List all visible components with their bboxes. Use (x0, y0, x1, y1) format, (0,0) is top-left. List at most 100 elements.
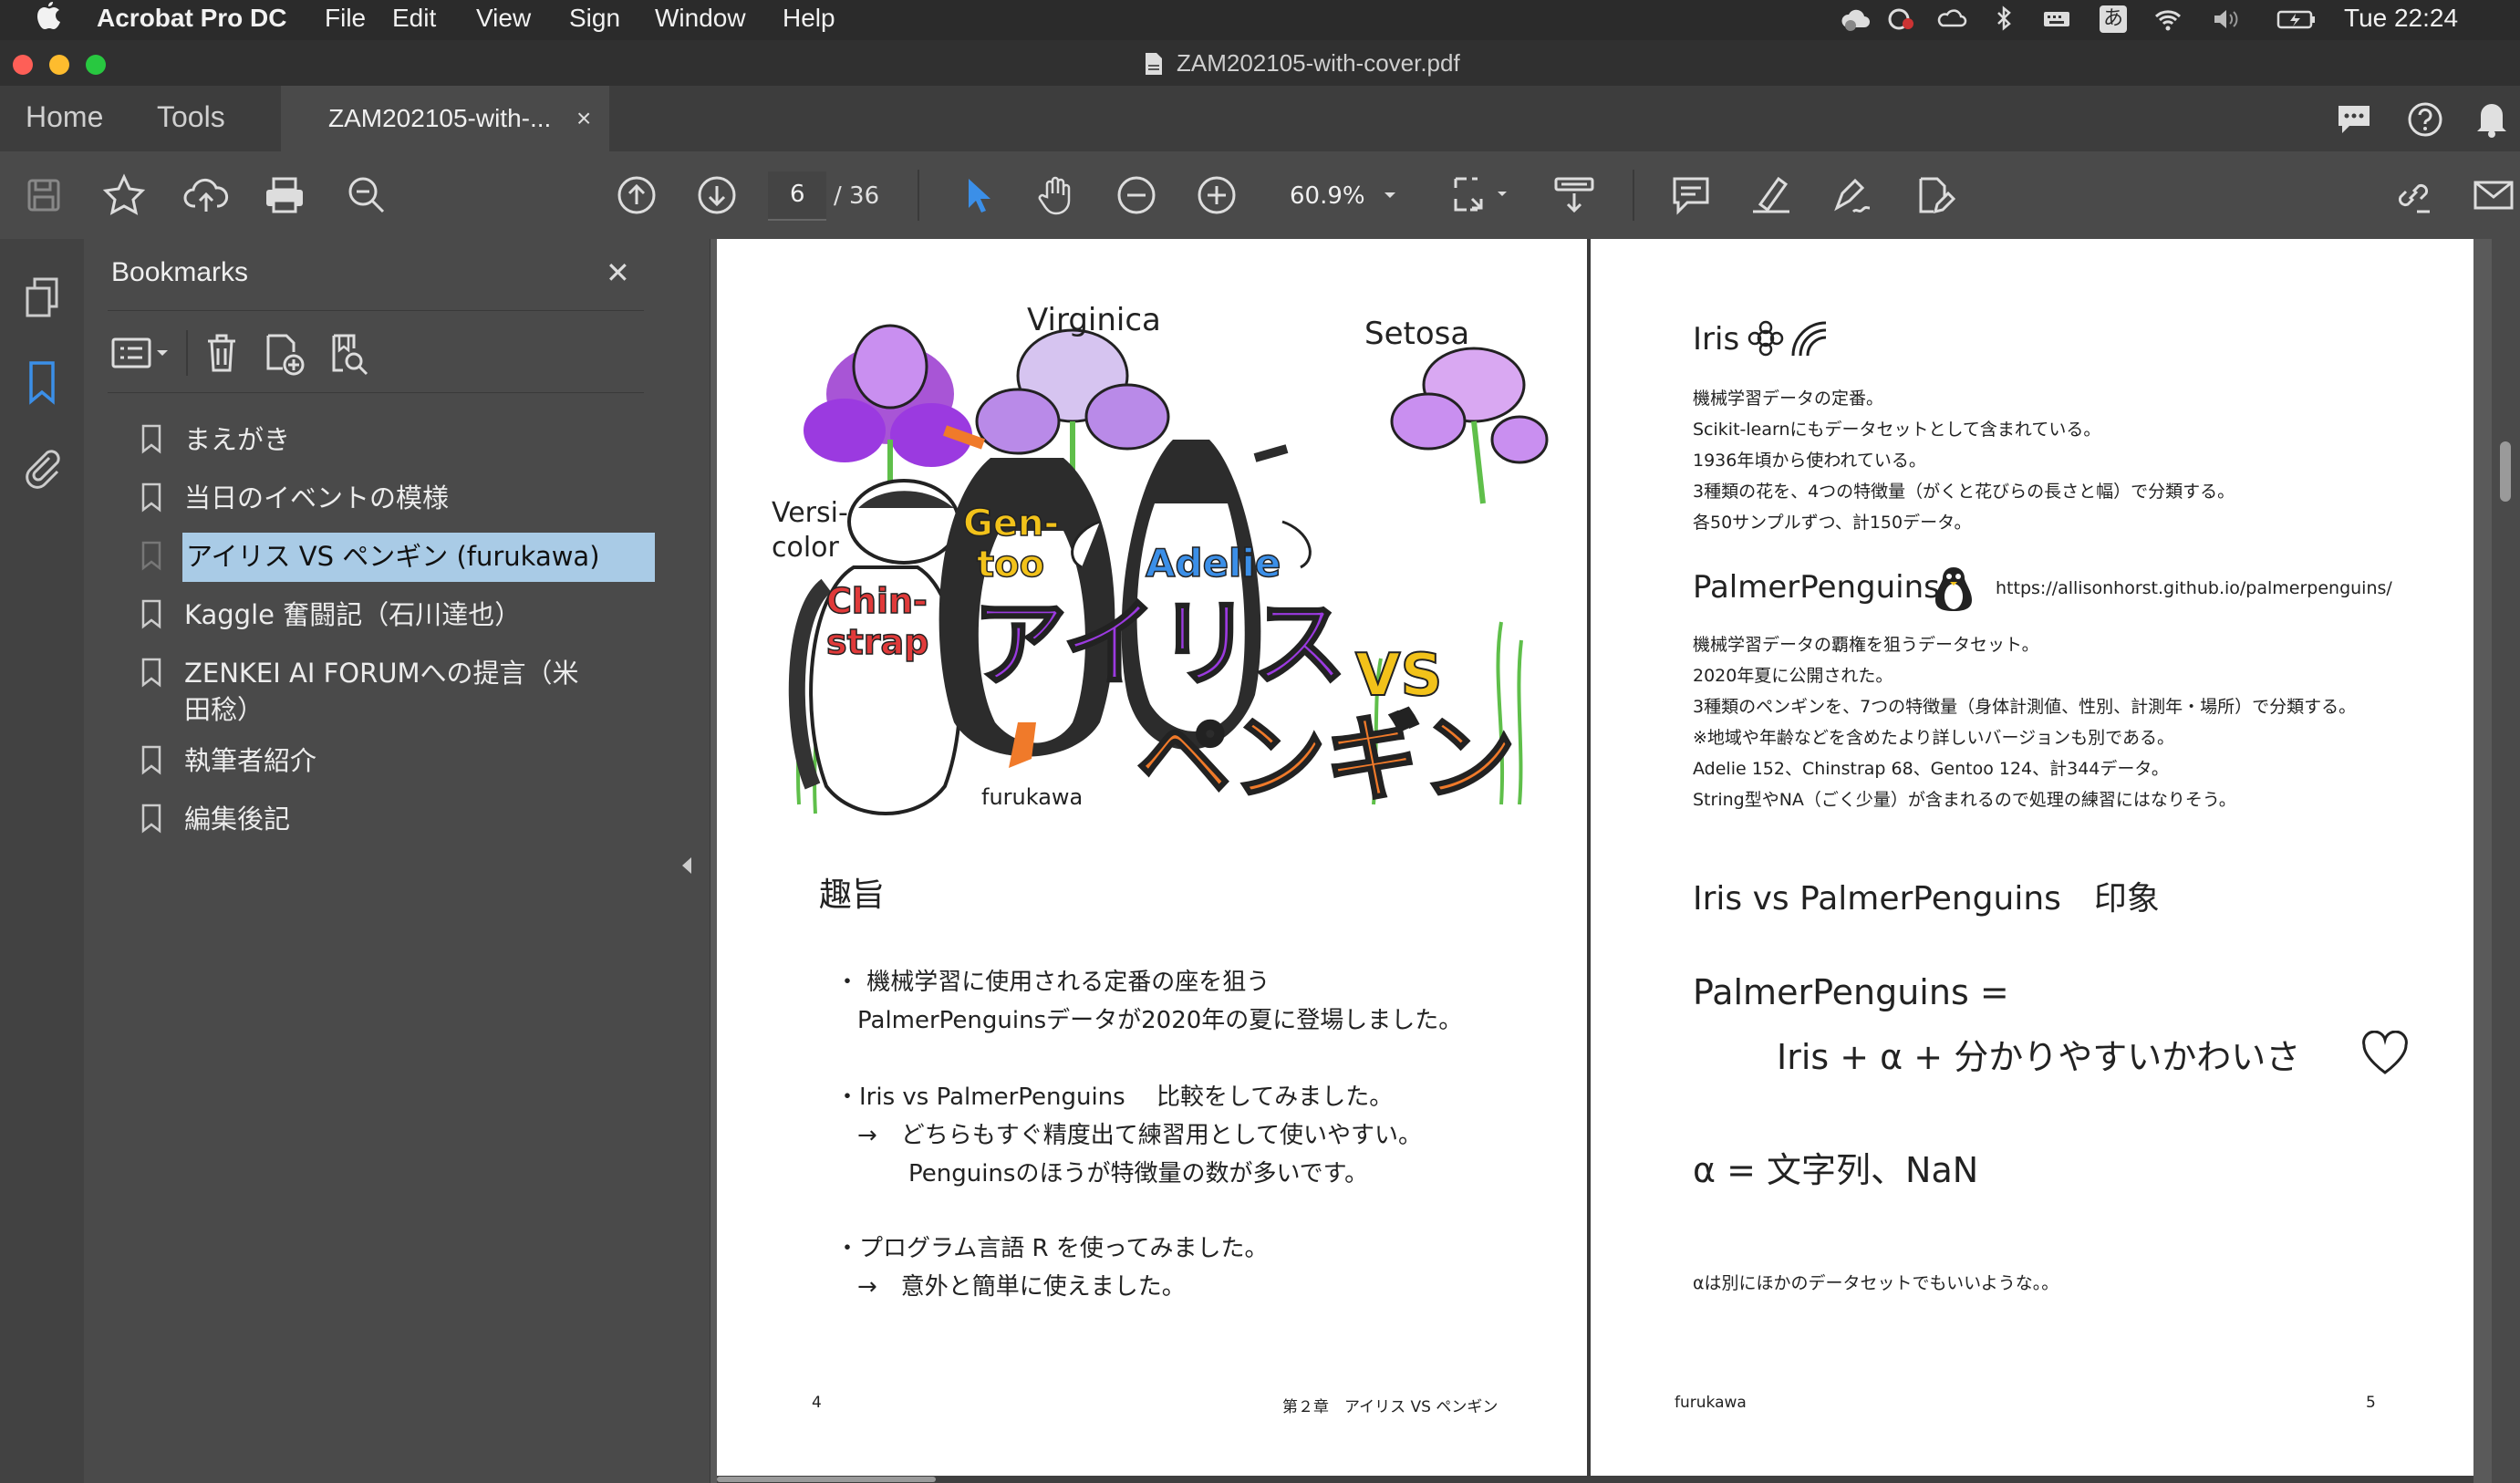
bookmark-item[interactable]: ZENKEI AI FORUMへの提言（米 田稔） (84, 646, 668, 733)
iris-heading: Iris (1693, 321, 1740, 358)
scroll-mode-icon[interactable] (1550, 171, 1598, 219)
battery-icon[interactable] (2276, 5, 2317, 33)
iris-flower-setosa (1390, 347, 1549, 504)
body-line: → 意外と簡単に使えました。 (857, 1273, 1186, 1301)
iris-line: 機械学習データの定番。 (1693, 389, 1884, 409)
zoom-select[interactable]: 60.9% (1266, 171, 1412, 219)
penguin-icon (1935, 567, 1972, 611)
tab-home[interactable]: Home (26, 100, 103, 134)
bookmark-item[interactable]: まえがき (84, 412, 668, 471)
attachments-icon[interactable] (22, 443, 62, 489)
left-navigation-rail (0, 239, 85, 1483)
delete-bookmark-icon[interactable] (202, 330, 241, 376)
comment-icon[interactable] (1667, 171, 1715, 219)
menu-file[interactable]: File (325, 4, 366, 33)
horizontal-scrollbar-thumb[interactable] (717, 1477, 936, 1482)
tab-close-icon[interactable]: × (576, 104, 591, 133)
title-iris-jp: アイリス (972, 588, 1347, 700)
print-icon[interactable] (261, 171, 308, 219)
tab-document[interactable]: ZAM202105-with-... × (281, 86, 609, 151)
scrollbar-thumb[interactable] (2500, 441, 2511, 502)
bookmark-label: アイリス VS ペンギン (furukawa) (186, 541, 600, 572)
keyboard-icon[interactable] (2041, 5, 2072, 33)
previous-page-icon[interactable] (613, 171, 660, 219)
fill-sign-icon[interactable] (1908, 171, 1956, 219)
label-author: furukawa (981, 784, 1083, 810)
menu-sign[interactable]: Sign (569, 4, 620, 33)
bookmark-label-continued: 田稔） (184, 694, 264, 725)
label-strap: strap (826, 622, 928, 662)
panel-splitter[interactable] (668, 239, 710, 1483)
toolbar-divider (918, 170, 919, 221)
menubar-clock[interactable]: Tue 22:24 (2344, 4, 2458, 33)
input-method-indicator[interactable]: あ (2100, 5, 2127, 33)
label-versi: Versi- (772, 497, 848, 529)
collapse-arrow-icon[interactable] (680, 856, 693, 876)
sign-pen-icon[interactable] (1828, 171, 1875, 219)
label-setosa: Setosa (1364, 316, 1469, 352)
volume-icon[interactable] (2211, 5, 2242, 33)
tab-document-label: ZAM202105-with-... (328, 104, 552, 132)
menu-help[interactable]: Help (783, 4, 835, 33)
menu-edit[interactable]: Edit (392, 4, 436, 33)
app-menu[interactable]: Acrobat Pro DC (97, 4, 286, 33)
notification-bell-icon[interactable] (2473, 99, 2510, 139)
bookmark-item[interactable]: Kaggle 奮闘記（石川達也） (84, 587, 668, 646)
close-panel-icon[interactable]: ✕ (606, 255, 630, 290)
save-icon[interactable] (20, 171, 67, 219)
creative-cloud-icon[interactable] (1886, 5, 1917, 33)
pp-line: 機械学習データの覇権を狙うデータセット。 (1693, 635, 2039, 655)
minimize-window-button[interactable] (49, 55, 69, 75)
zoom-window-button[interactable] (86, 55, 106, 75)
panel-divider (108, 310, 644, 311)
horizontal-scrollbar[interactable] (717, 1476, 2473, 1483)
body-line: → どちらもすぐ精度出て練習用として使いやすい。 (857, 1122, 1423, 1149)
comment-bubble-icon[interactable] (2335, 100, 2373, 139)
page-number-input[interactable]: 6 (768, 171, 826, 221)
apple-icon[interactable] (35, 2, 62, 33)
bluetooth-icon[interactable] (1988, 5, 2019, 33)
bookmark-item[interactable]: 当日のイベントの模様 (84, 471, 668, 529)
macos-menubar: Acrobat Pro DC File Edit View Sign Windo… (0, 0, 2520, 40)
help-icon[interactable] (2406, 100, 2444, 139)
zoom-search-icon[interactable] (343, 171, 390, 219)
chapter-footer: 第２章 アイリス VS ペンギン (1282, 1398, 1499, 1416)
menu-view[interactable]: View (476, 4, 531, 33)
body-line: Penguinsのほうが特徴量の数が多いです。 (908, 1160, 1369, 1187)
bookmarks-panel-icon[interactable] (26, 359, 58, 405)
zoom-in-icon[interactable] (1193, 171, 1240, 219)
bookmark-label: ZENKEI AI FORUMへの提言（米 (184, 658, 579, 689)
page-thumbnails-icon[interactable] (24, 275, 62, 319)
find-bookmark-icon[interactable] (328, 330, 372, 376)
star-bookmark-icon[interactable] (100, 171, 148, 219)
vertical-scrollbar[interactable] (2492, 239, 2520, 1483)
pp-line: Adelie 152、Chinstrap 68、Gentoo 124、計344デ… (1693, 759, 2169, 779)
bookmark-item[interactable]: 執筆者紹介 (84, 733, 668, 792)
highlighter-icon[interactable] (1747, 171, 1795, 219)
palmerpenguins-heading: PalmerPenguins (1693, 569, 1940, 606)
options-menu-icon[interactable] (109, 334, 173, 374)
formula-line-2: Iris + α + 分かりやすいかわいさ (1777, 1037, 2301, 1077)
hand-tool-icon[interactable] (1032, 171, 1080, 219)
new-bookmark-icon[interactable] (263, 330, 306, 376)
page-fit-icon[interactable] (1450, 171, 1514, 219)
section-heading: 趣旨 (819, 876, 886, 914)
zoom-out-icon[interactable] (1113, 171, 1160, 219)
select-arrow-icon[interactable] (952, 171, 1000, 219)
share-link-icon[interactable] (2390, 171, 2437, 219)
close-window-button[interactable] (13, 55, 33, 75)
menu-window[interactable]: Window (655, 4, 746, 33)
bookmark-label: 当日のイベントの模様 (184, 482, 450, 513)
bookmark-item[interactable]: 編集後記 (84, 792, 668, 850)
palmerpenguins-url[interactable]: https://allisonhorst.github.io/palmerpen… (1996, 578, 2392, 598)
cloud-sync-icon[interactable] (1841, 5, 1872, 33)
bookmark-item-selected[interactable]: アイリス VS ペンギン (furukawa) (84, 529, 668, 587)
email-icon[interactable] (2470, 171, 2517, 219)
cloud-upload-icon[interactable] (182, 171, 230, 219)
tab-tools[interactable]: Tools (157, 100, 225, 134)
cloud-status-icon[interactable] (1937, 5, 1968, 33)
tab-bar: Home Tools ZAM202105-with-... × (0, 86, 2520, 152)
next-page-icon[interactable] (693, 171, 741, 219)
wifi-icon[interactable] (2152, 5, 2183, 33)
pdf-file-icon (1146, 53, 1162, 75)
